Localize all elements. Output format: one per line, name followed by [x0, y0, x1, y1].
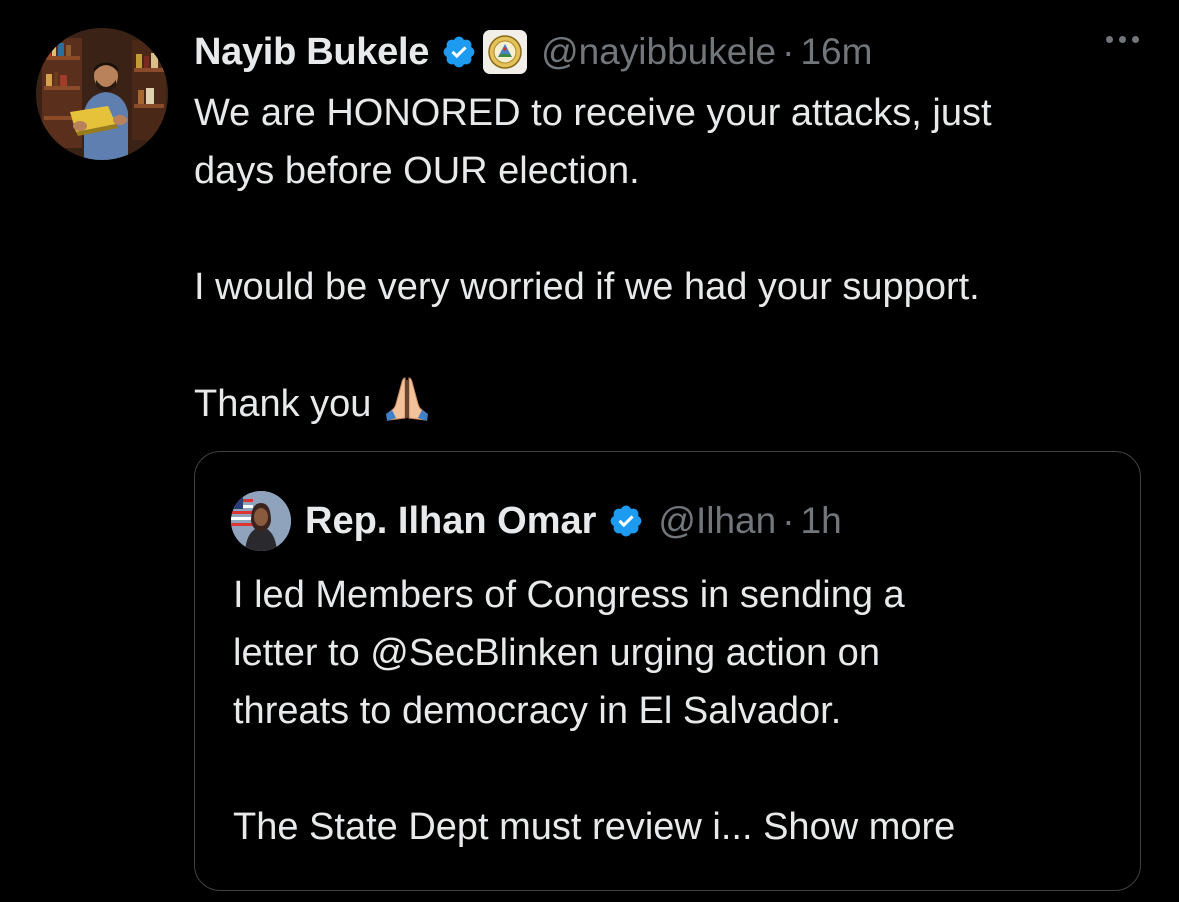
el-salvador-coat-of-arms-icon[interactable] — [483, 30, 528, 74]
quoted-author-handle[interactable]: @Ilhan — [658, 500, 776, 542]
quoted-text-line: The State Dept must review i... Show mor… — [233, 806, 956, 848]
tweet-text-line: days before OUR election. — [194, 150, 640, 192]
more-options-icon[interactable] — [1106, 36, 1139, 43]
quoted-text-line: I led Members of Congress in sending a — [233, 574, 905, 616]
thank-you-text: Thank you — [194, 383, 372, 425]
tweet-text: We are HONORED to receive your attacks, … — [194, 84, 1154, 439]
tweet-text-line: Thank you — [194, 374, 1154, 439]
tweet-text-line: We are HONORED to receive your attacks, … — [194, 92, 992, 134]
quoted-author-display-name[interactable]: Rep. Ilhan Omar — [305, 500, 596, 543]
quoted-tweet-text: I led Members of Congress in sending a l… — [233, 566, 1113, 856]
quoted-tweet[interactable]: Rep. Ilhan Omar @Ilhan · 1h I led Member… — [194, 451, 1141, 891]
tweet-text-line: I would be very worried if we had your s… — [194, 266, 980, 308]
quoted-author-avatar[interactable] — [231, 491, 291, 551]
separator-dot: · — [782, 500, 795, 541]
separator-dot: · — [782, 31, 795, 72]
quoted-text-line: letter to @SecBlinken urging action on — [233, 632, 880, 674]
author-display-name[interactable]: Nayib Bukele — [194, 31, 429, 74]
verified-badge-icon[interactable] — [608, 503, 644, 539]
author-handle[interactable]: @nayibbukele — [541, 31, 776, 73]
folded-hands-icon — [383, 374, 431, 439]
verified-badge-icon[interactable] — [441, 34, 477, 70]
tweet-card[interactable]: Nayib Bukele @nayibbukele · 16m We are H… — [0, 0, 1179, 902]
author-avatar[interactable] — [36, 28, 168, 160]
tweet-header: Nayib Bukele @nayibbukele · 16m — [194, 24, 1144, 80]
quoted-text-line: threats to democracy in El Salvador. — [233, 690, 842, 732]
quoted-tweet-header: Rep. Ilhan Omar @Ilhan · 1h — [231, 490, 842, 552]
quoted-tweet-timestamp[interactable]: 1h — [801, 500, 842, 542]
tweet-timestamp[interactable]: 16m — [800, 31, 872, 73]
